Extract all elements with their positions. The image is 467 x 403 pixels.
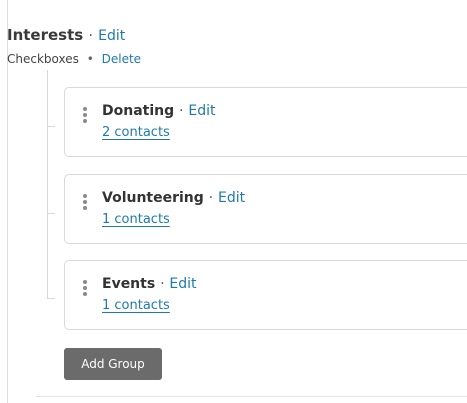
tree-branch bbox=[47, 213, 55, 214]
type-separator: • bbox=[86, 52, 94, 66]
bottom-divider bbox=[36, 396, 467, 397]
section-delete-link[interactable]: Delete bbox=[102, 52, 141, 66]
group-contacts-link[interactable]: 1 contacts bbox=[102, 212, 170, 227]
kebab-menu-icon[interactable] bbox=[82, 194, 88, 212]
group-edit-link[interactable]: Edit bbox=[218, 190, 245, 206]
section-header: Interests · Edit bbox=[7, 26, 125, 44]
group-card-events: Events · Edit 1 contacts bbox=[64, 260, 467, 330]
title-separator: · bbox=[88, 28, 93, 44]
section-subline: Checkboxes • Delete bbox=[7, 52, 141, 66]
title-separator: · bbox=[179, 103, 184, 119]
group-contacts-link[interactable]: 1 contacts bbox=[102, 298, 170, 313]
title-separator: · bbox=[160, 276, 165, 292]
group-title: Donating · Edit bbox=[102, 103, 215, 119]
add-group-button[interactable]: Add Group bbox=[64, 348, 162, 380]
group-name: Volunteering bbox=[102, 190, 204, 206]
group-contacts-link[interactable]: 2 contacts bbox=[102, 125, 170, 140]
group-card-volunteering: Volunteering · Edit 1 contacts bbox=[64, 174, 467, 244]
group-edit-link[interactable]: Edit bbox=[188, 103, 215, 119]
group-edit-link[interactable]: Edit bbox=[169, 276, 196, 292]
title-separator: · bbox=[208, 190, 214, 206]
tree-connector bbox=[47, 70, 48, 298]
tree-branch bbox=[47, 298, 55, 299]
section-title: Interests bbox=[7, 26, 84, 44]
group-title: Events · Edit bbox=[102, 276, 197, 292]
group-name: Donating bbox=[102, 103, 175, 119]
kebab-menu-icon[interactable] bbox=[82, 107, 88, 125]
section-edit-link[interactable]: Edit bbox=[98, 28, 125, 44]
kebab-menu-icon[interactable] bbox=[82, 280, 88, 298]
tree-branch bbox=[47, 126, 55, 127]
group-name: Events bbox=[102, 276, 156, 292]
group-card-donating: Donating · Edit 2 contacts bbox=[64, 87, 467, 157]
section-type-label: Checkboxes bbox=[7, 52, 79, 66]
group-title: Volunteering · Edit bbox=[102, 190, 245, 206]
